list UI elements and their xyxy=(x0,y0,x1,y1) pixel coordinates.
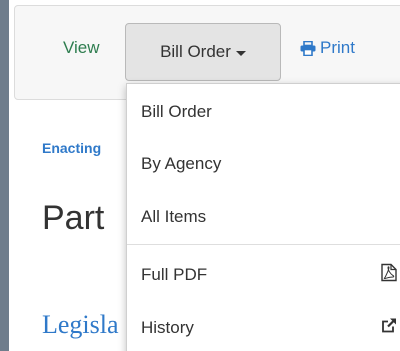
external-link-icon xyxy=(381,318,397,339)
pdf-icon xyxy=(381,263,397,287)
menu-item-bill-order[interactable]: Bill Order xyxy=(127,92,400,132)
printer-icon xyxy=(300,40,316,56)
menu-item-by-agency[interactable]: By Agency xyxy=(127,144,400,184)
bill-order-dropdown-button[interactable]: Bill Order xyxy=(125,23,281,81)
menu-item-full-pdf[interactable]: Full PDF xyxy=(127,255,400,295)
view-label: View xyxy=(63,38,100,57)
print-link[interactable]: Print xyxy=(300,38,355,58)
print-label: Print xyxy=(320,38,355,57)
legislation-link[interactable]: Legisla xyxy=(42,310,119,340)
menu-item-label: All Items xyxy=(141,207,207,226)
menu-divider xyxy=(127,244,400,245)
menu-item-label: History xyxy=(141,318,194,337)
enacting-link[interactable]: Enacting xyxy=(42,140,101,156)
menu-item-label: By Agency xyxy=(141,154,222,173)
menu-item-label: Bill Order xyxy=(141,102,212,121)
menu-item-all-items[interactable]: All Items xyxy=(127,197,400,237)
part-heading: Part xyxy=(42,199,105,237)
menu-item-label: Full PDF xyxy=(141,265,208,284)
bill-order-dropdown-menu: Bill Order By Agency All Items Full PDF xyxy=(126,83,400,351)
bill-order-dropdown-label: Bill Order xyxy=(160,42,231,61)
page-content: View Bill Order Print Enacting Part Legi… xyxy=(9,0,400,351)
caret-down-icon xyxy=(235,50,246,56)
menu-item-history[interactable]: History xyxy=(127,308,400,348)
window-frame: View Bill Order Print Enacting Part Legi… xyxy=(0,0,400,351)
